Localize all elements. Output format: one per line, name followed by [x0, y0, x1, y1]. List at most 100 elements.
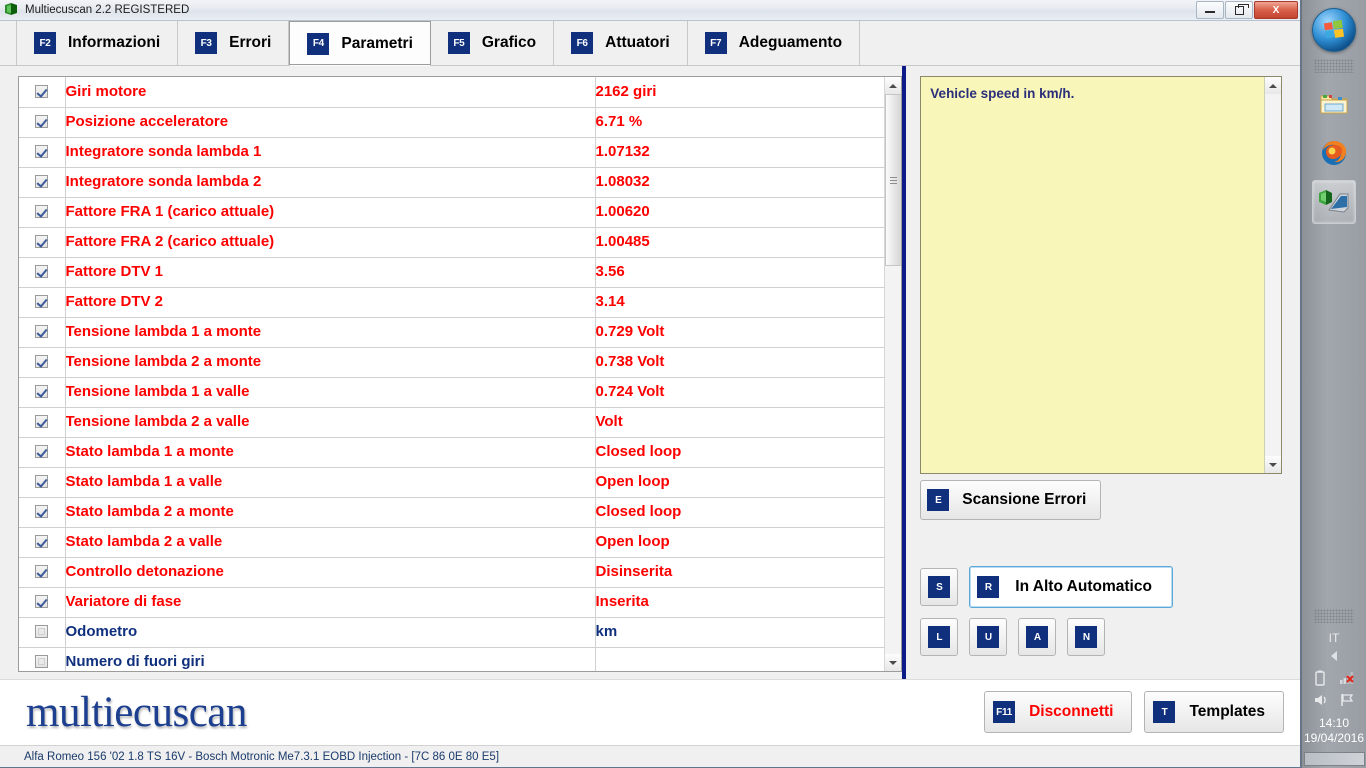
button-u[interactable]: U	[969, 618, 1008, 656]
description-scroll-down-icon[interactable]	[1264, 456, 1282, 473]
checkbox-checked-icon[interactable]	[35, 295, 49, 309]
tab-attuatori[interactable]: F6 Attuatori	[554, 21, 688, 65]
checkbox-checked-icon[interactable]	[35, 235, 49, 249]
taskbar-item-multiecuscan-icon[interactable]	[1312, 180, 1356, 224]
scroll-down-arrow-icon[interactable]	[884, 654, 901, 671]
scrollbar-thumb[interactable]	[884, 94, 901, 266]
table-row[interactable]: Odometro km	[19, 617, 884, 648]
taskbar-item-firefox-icon[interactable]	[1312, 131, 1356, 175]
description-scroll-up-icon[interactable]	[1264, 77, 1282, 94]
table-row[interactable]: Stato lambda 2 a valle Open loop	[19, 527, 884, 558]
checkbox-checked-icon[interactable]	[35, 475, 49, 489]
button-a[interactable]: A	[1018, 618, 1057, 656]
row-checkbox-cell[interactable]	[19, 257, 66, 288]
table-row[interactable]: Giri motore 2162 giri	[19, 77, 884, 108]
checkbox-checked-icon[interactable]	[35, 445, 49, 459]
tab-adeguamento[interactable]: F7 Adeguamento	[688, 21, 861, 65]
row-checkbox-cell[interactable]	[19, 437, 66, 468]
row-checkbox-cell[interactable]	[19, 467, 66, 498]
row-checkbox-cell[interactable]	[19, 527, 66, 558]
table-row[interactable]: Tensione lambda 1 a monte 0.729 Volt	[19, 317, 884, 348]
table-row[interactable]: Fattore DTV 1 3.56	[19, 257, 884, 288]
taskbar-clock[interactable]: 14:10 19/04/2016	[1304, 716, 1364, 746]
button-n[interactable]: N	[1067, 618, 1106, 656]
tray-language-indicator[interactable]: IT	[1329, 631, 1340, 645]
tab-parametri[interactable]: F4 Parametri	[289, 21, 431, 66]
checkbox-checked-icon[interactable]	[35, 265, 49, 279]
volume-icon[interactable]	[1313, 692, 1329, 708]
row-checkbox-cell[interactable]	[19, 557, 66, 588]
checkbox-checked-icon[interactable]	[35, 355, 49, 369]
network-disconnected-icon[interactable]	[1339, 670, 1355, 686]
checkbox-checked-icon[interactable]	[35, 145, 49, 159]
table-row[interactable]: Fattore FRA 1 (carico attuale) 1.00620	[19, 197, 884, 228]
checkbox-checked-icon[interactable]	[35, 565, 49, 579]
checkbox-checked-icon[interactable]	[35, 115, 49, 129]
in-alto-automatico-button[interactable]: R In Alto Automatico	[969, 566, 1173, 608]
row-checkbox-cell[interactable]	[19, 317, 66, 348]
row-checkbox-cell[interactable]	[19, 647, 66, 671]
checkbox-checked-icon[interactable]	[35, 175, 49, 189]
table-row[interactable]: Controllo detonazione Disinserita	[19, 557, 884, 588]
show-desktop-button[interactable]	[1303, 752, 1365, 766]
checkbox-checked-icon[interactable]	[35, 535, 49, 549]
checkbox-checked-icon[interactable]	[35, 85, 49, 99]
battery-icon[interactable]	[1313, 670, 1329, 686]
stop-button[interactable]: S	[920, 568, 959, 606]
table-row[interactable]: Tensione lambda 1 a valle 0.724 Volt	[19, 377, 884, 408]
table-row[interactable]: Stato lambda 2 a monte Closed loop	[19, 497, 884, 528]
key-badge-t: T	[1153, 701, 1176, 723]
row-checkbox-cell[interactable]	[19, 377, 66, 408]
checkbox-checked-icon[interactable]	[35, 385, 49, 399]
row-checkbox-cell[interactable]	[19, 197, 66, 228]
description-scroll-track[interactable]	[1264, 94, 1282, 456]
scroll-up-arrow-icon[interactable]	[884, 77, 901, 94]
table-row[interactable]: Fattore DTV 2 3.14	[19, 287, 884, 318]
checkbox-unchecked-icon[interactable]	[35, 625, 49, 639]
table-row[interactable]: Tensione lambda 2 a monte 0.738 Volt	[19, 347, 884, 378]
row-checkbox-cell[interactable]	[19, 497, 66, 528]
button-l[interactable]: L	[920, 618, 959, 656]
action-center-flag-icon[interactable]	[1339, 692, 1355, 708]
table-row[interactable]: Stato lambda 1 a monte Closed loop	[19, 437, 884, 468]
table-row[interactable]: Numero di fuori giri	[19, 647, 884, 671]
row-checkbox-cell[interactable]	[19, 287, 66, 318]
row-checkbox-cell[interactable]	[19, 107, 66, 138]
table-row[interactable]: Integratore sonda lambda 2 1.08032	[19, 167, 884, 198]
row-checkbox-cell[interactable]	[19, 167, 66, 198]
table-row[interactable]: Stato lambda 1 a valle Open loop	[19, 467, 884, 498]
tab-grafico[interactable]: F5 Grafico	[431, 21, 555, 65]
scan-errors-button[interactable]: E Scansione Errori	[920, 480, 1102, 520]
disconnect-button[interactable]: F11 Disconnetti	[984, 691, 1133, 733]
checkbox-checked-icon[interactable]	[35, 595, 49, 609]
row-checkbox-cell[interactable]	[19, 347, 66, 378]
table-row[interactable]: Posizione acceleratore 6.71 %	[19, 107, 884, 138]
row-checkbox-cell[interactable]	[19, 407, 66, 438]
row-checkbox-cell[interactable]	[19, 227, 66, 258]
tab-informazioni[interactable]: F2 Informazioni	[16, 21, 179, 65]
checkbox-checked-icon[interactable]	[35, 505, 49, 519]
row-checkbox-cell[interactable]	[19, 137, 66, 168]
table-row[interactable]: Variatore di fase Inserita	[19, 587, 884, 618]
windows-start-orb-icon[interactable]	[1312, 8, 1356, 52]
checkbox-unchecked-icon[interactable]	[35, 655, 49, 669]
tab-errori[interactable]: F3 Errori	[178, 21, 290, 65]
scrollbar-track[interactable]	[884, 94, 901, 654]
taskbar-item-folder-explorer-icon[interactable]	[1312, 82, 1356, 126]
row-checkbox-cell[interactable]	[19, 617, 66, 648]
templates-button[interactable]: T Templates	[1144, 691, 1284, 733]
description-scrollbar[interactable]	[1264, 77, 1282, 473]
table-row[interactable]: Integratore sonda lambda 1 1.07132	[19, 137, 884, 168]
close-button[interactable]: X	[1254, 1, 1298, 19]
checkbox-checked-icon[interactable]	[35, 205, 49, 219]
parameters-table-scrollbar[interactable]	[884, 77, 901, 671]
row-checkbox-cell[interactable]	[19, 77, 66, 108]
minimize-button[interactable]	[1196, 1, 1224, 19]
table-row[interactable]: Tensione lambda 2 a valle Volt	[19, 407, 884, 438]
row-checkbox-cell[interactable]	[19, 587, 66, 618]
checkbox-checked-icon[interactable]	[35, 415, 49, 429]
checkbox-checked-icon[interactable]	[35, 325, 49, 339]
restore-button[interactable]	[1225, 1, 1253, 19]
tray-expand-arrow-icon[interactable]	[1331, 651, 1337, 661]
table-row[interactable]: Fattore FRA 2 (carico attuale) 1.00485	[19, 227, 884, 258]
